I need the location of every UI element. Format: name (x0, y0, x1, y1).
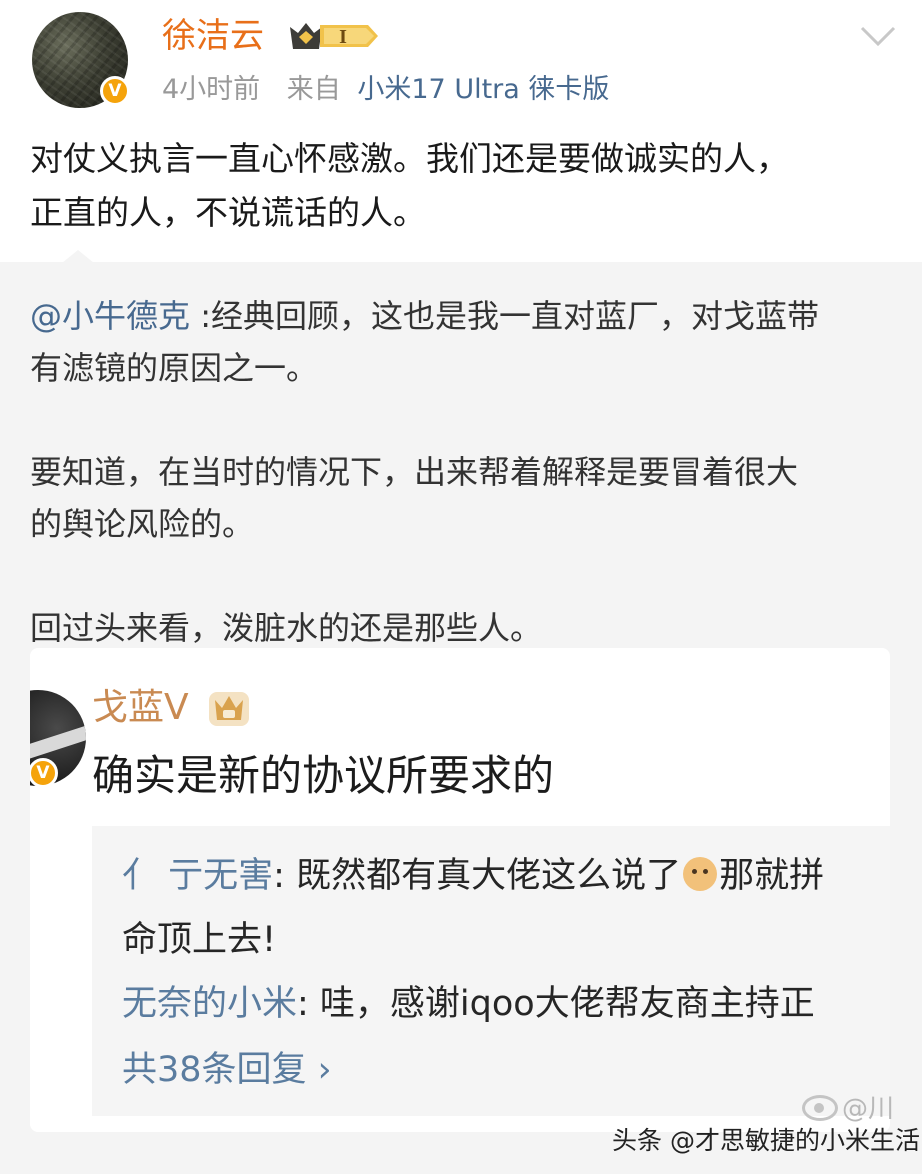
original-post: V 徐洁云 I 4小时前 来自 小米17 Ultra 徕卡版 对仗义执言一直心怀… (0, 0, 922, 263)
post-meta: 4小时前 来自 小米17 Ultra 徕卡版 (162, 70, 609, 110)
repost-paragraph: @小牛德克 :经典回顾，这也是我一直对蓝厂，对戈蓝带 有滤镜的原因之一。 (30, 290, 898, 394)
svg-text:I: I (339, 26, 347, 48)
member-crown-badge-icon[interactable]: I (286, 19, 380, 53)
repost-text: 回过头来看，泼脏水的还是那些人。 (30, 609, 543, 647)
post-source[interactable]: 小米17 Ultra 徕卡版 (357, 74, 609, 105)
repost-text: :经典回顾，这也是我一直对蓝厂，对戈蓝带 (190, 297, 819, 335)
comment-text: 那就拼 (719, 856, 825, 896)
source-prefix: 来自 (286, 74, 341, 105)
comment-user: 无奈的小米 (122, 984, 298, 1024)
card-text: 确实是新的协议所要求的 (92, 751, 555, 800)
repost-body: @小牛德克 :经典回顾，这也是我一直对蓝厂，对戈蓝带 有滤镜的原因之一。 要知道… (30, 290, 898, 654)
comment-item: 亻 亍无害: 既然都有真大佬这么说了 那就拼 (122, 848, 824, 904)
repost-paragraph: 回过头来看，泼脏水的还是那些人。 (30, 602, 898, 654)
weibo-logo-icon (802, 1095, 838, 1121)
repost-text: 的舆论风险的。 (30, 505, 255, 543)
post-text: 对仗义执言一直心怀感激。我们还是要做诚实的人， 正直的人，不说谎话的人。 (30, 132, 896, 240)
embedded-screenshot-card[interactable]: V 戈蓝V 确实是新的协议所要求的 亻 亍无害: 既然都有真大佬这么说了 那就拼 … (30, 648, 890, 1132)
card-author-name: 戈蓝V (92, 687, 189, 728)
comment-continuation: 命顶上去! (122, 920, 277, 960)
post-text-line: 对仗义执言一直心怀感激。我们还是要做诚实的人， (30, 139, 789, 178)
mention-link[interactable]: @小牛德克 (30, 297, 190, 335)
verified-v-icon: V (100, 76, 130, 106)
comment-text: : 既然都有真大佬这么说了 (273, 856, 682, 896)
repost-text: 要知道，在当时的情况下，出来帮着解释是要冒着很大 (30, 453, 799, 491)
comment-item: 无奈的小米: 哇，感谢iqoo大佬帮友商主持正 (122, 976, 815, 1032)
comment-user: 亻 (122, 856, 169, 896)
comment-user: 亍无害 (168, 856, 274, 896)
post-time: 4小时前 (162, 74, 261, 105)
comment-box: 亻 亍无害: 既然都有真大佬这么说了 那就拼 命顶上去! 无奈的小米: 哇，感谢i… (92, 826, 890, 1116)
more-replies-link: 共38条回复 › (122, 1050, 332, 1090)
post-text-line: 正直的人，不说谎话的人。 (30, 193, 426, 232)
comment-text: : 哇，感谢iqoo大佬帮友商主持正 (297, 984, 815, 1024)
repost-notch (62, 250, 94, 263)
repost-text: 有滤镜的原因之一。 (30, 349, 319, 387)
weibo-watermark: @川 (802, 1088, 902, 1126)
chevron-down-icon[interactable] (858, 22, 898, 50)
repost-paragraph: 要知道，在当时的情况下，出来帮着解释是要冒着很大 的舆论风险的。 (30, 446, 898, 550)
doge-emoji-icon (683, 857, 718, 891)
author-name[interactable]: 徐洁云 (162, 14, 264, 58)
verified-v-icon: V (30, 758, 58, 788)
source-watermark: 头条 @才思敏捷的小米生活 (612, 1126, 920, 1155)
crown-icon (209, 692, 249, 726)
